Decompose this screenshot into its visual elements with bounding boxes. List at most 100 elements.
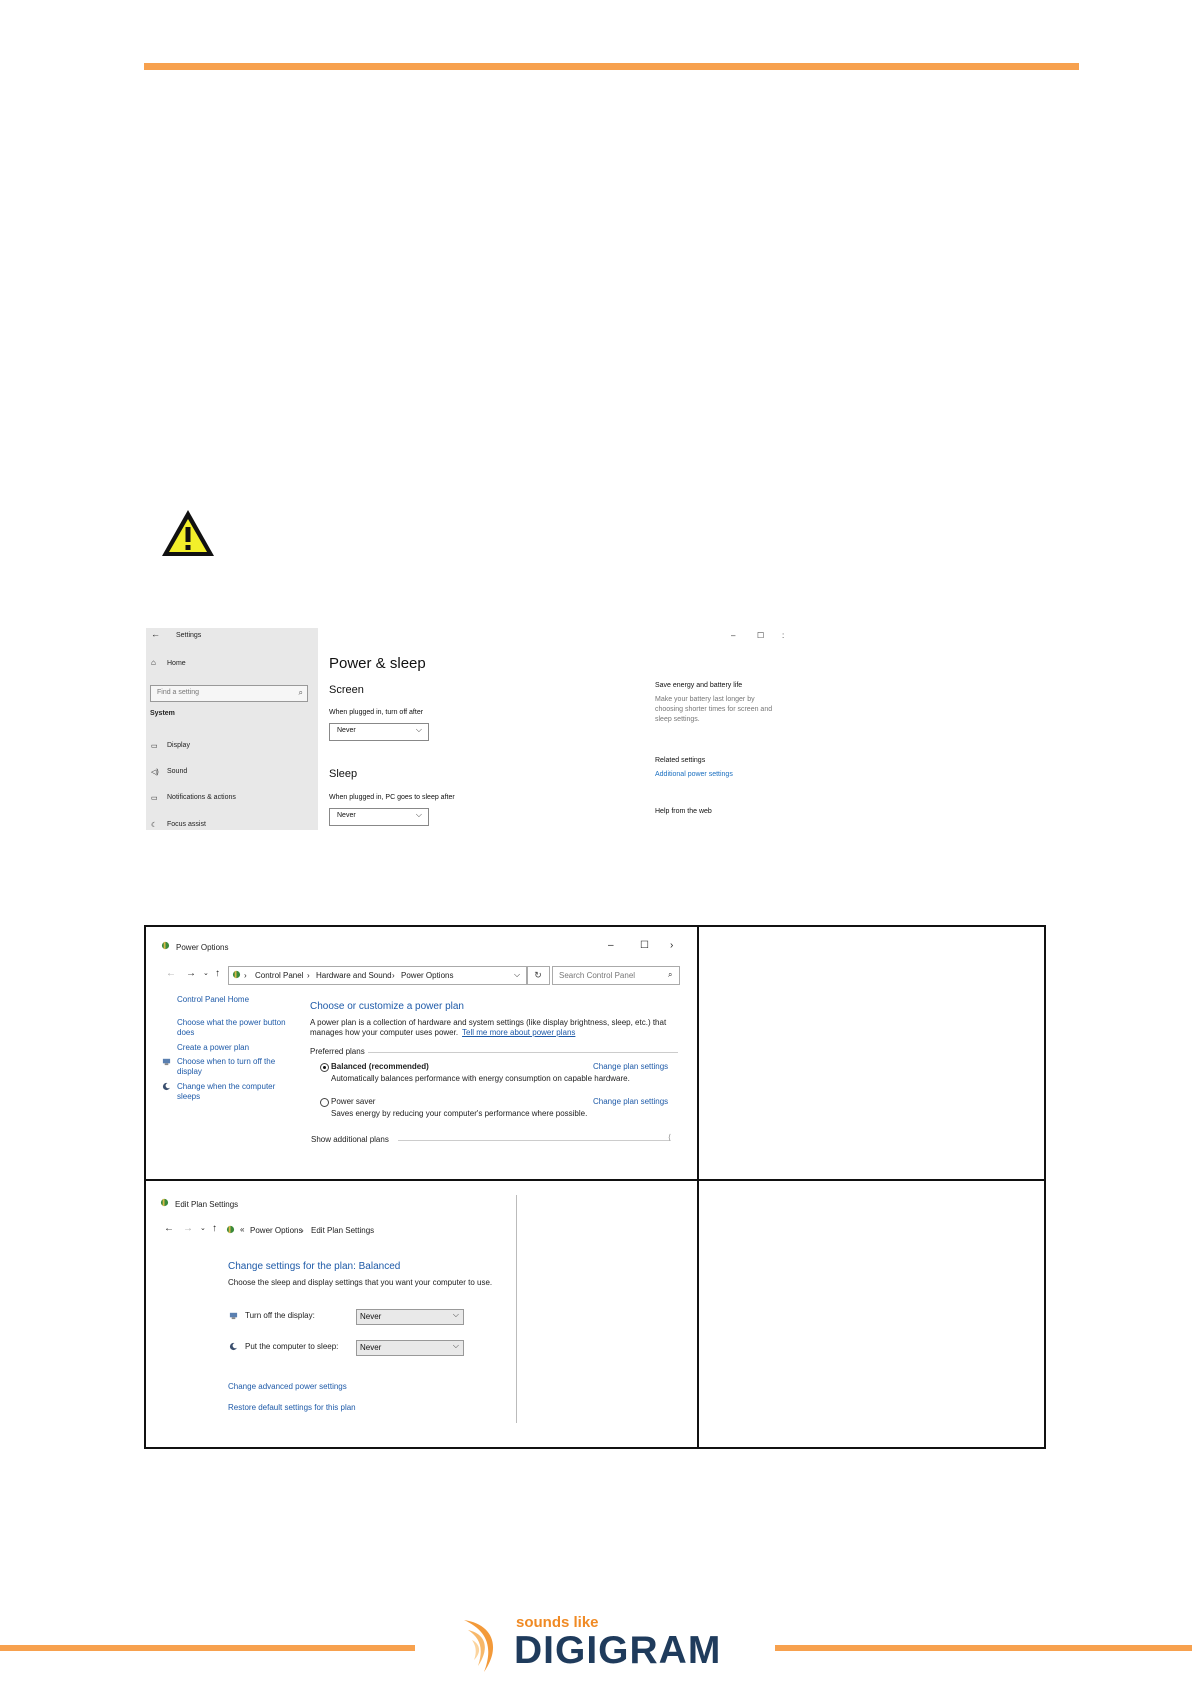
side-link-power-button[interactable]: Choose what the power button <box>177 1018 286 1027</box>
chevron-down-icon: ⌵ <box>415 725 422 734</box>
window-title: Power Options <box>176 943 229 952</box>
intro-text: manages how your computer uses power. <box>310 1028 459 1037</box>
breadcrumb-item[interactable]: Edit Plan Settings <box>311 1226 374 1235</box>
screen-timeout-dropdown[interactable]: Never ⌵ <box>329 723 429 741</box>
find-setting-input[interactable]: Find a setting ⌕ <box>150 685 308 702</box>
minimize-icon[interactable]: – <box>731 631 735 640</box>
side-link-sleep[interactable]: Change when the computer <box>177 1082 275 1091</box>
window-border <box>516 1195 517 1423</box>
up-arrow-icon[interactable]: ↑ <box>212 1223 217 1234</box>
home-icon: ⌂ <box>151 658 156 667</box>
sidebar-section-system: System <box>150 710 175 717</box>
help-title: Help from the web <box>655 808 712 815</box>
breadcrumb-item[interactable]: Control Panel <box>255 971 303 980</box>
additional-power-settings-link[interactable]: Additional power settings <box>655 771 733 778</box>
search-icon: ⌕ <box>298 688 303 697</box>
back-arrow-icon[interactable]: ← <box>151 629 160 639</box>
display-icon <box>162 1058 171 1066</box>
digigram-logo-mark <box>464 1620 494 1672</box>
restore-defaults-link[interactable]: Restore default settings for this plan <box>228 1403 356 1412</box>
up-arrow-icon[interactable]: ↑ <box>215 968 220 979</box>
footer-accent-bar <box>0 1645 415 1651</box>
page-title: Choose or customize a power plan <box>310 1001 464 1012</box>
display-off-dropdown[interactable]: Never ⌵ <box>356 1309 464 1325</box>
address-bar[interactable]: › Control Panel › Hardware and Sound › P… <box>228 966 528 985</box>
footer-accent-bar <box>775 1645 1192 1651</box>
control-panel-icon <box>226 1225 235 1234</box>
side-link-control-panel-home[interactable]: Control Panel Home <box>177 995 249 1004</box>
side-link-display-off[interactable]: display <box>177 1067 202 1076</box>
breadcrumb-item[interactable]: Power Options <box>401 971 453 980</box>
table-divider <box>144 1179 1046 1181</box>
chevron-down-icon: ⌵ <box>415 810 422 819</box>
search-input[interactable]: Search Control Panel ⌕ <box>552 966 680 985</box>
sleep-label: When plugged in, PC goes to sleep after <box>329 794 455 801</box>
moon-icon <box>162 1082 171 1091</box>
page-title: Power & sleep <box>329 655 426 672</box>
display-icon: ▭ <box>151 743 158 750</box>
maximize-icon[interactable]: ☐ <box>757 631 764 640</box>
warning-icon <box>162 510 214 556</box>
plan-name: Power saver <box>331 1097 376 1106</box>
back-arrow-icon[interactable]: ← <box>164 1223 174 1234</box>
side-link-sleep[interactable]: sleeps <box>177 1092 200 1101</box>
chevron-down-icon[interactable]: ⌵ <box>514 970 520 980</box>
focus-assist-icon: ☾ <box>151 822 158 829</box>
breadcrumb-item[interactable]: Hardware and Sound <box>316 971 392 980</box>
power-options-icon <box>161 941 170 950</box>
expand-icon[interactable]: ⟨ <box>668 1133 671 1142</box>
sidebar-item-focus-assist[interactable]: Focus assist <box>167 821 206 828</box>
sleep-label: Put the computer to sleep: <box>245 1342 339 1351</box>
power-options-window: Power Options – ☐ › ← → ⌄ ↑ › Control Pa… <box>156 938 684 1158</box>
search-icon: ⌕ <box>668 970 673 979</box>
screen-label: When plugged in, turn off after <box>329 709 424 716</box>
notifications-icon: ▭ <box>151 795 158 802</box>
history-dropdown-icon[interactable]: ⌄ <box>203 969 209 977</box>
screen-heading: Screen <box>329 684 364 696</box>
sidebar-item-display[interactable]: Display <box>167 742 190 749</box>
sleep-dropdown[interactable]: Never ⌵ <box>356 1340 464 1356</box>
moon-icon <box>229 1342 238 1351</box>
sidebar-item-sound[interactable]: Sound <box>167 768 187 775</box>
power-options-icon <box>160 1198 169 1207</box>
settings-sidebar: ← Settings ⌂ Home Find a setting ⌕ Syste… <box>146 628 318 830</box>
plan-radio-balanced[interactable] <box>320 1063 329 1072</box>
change-plan-settings-link[interactable]: Change plan settings <box>593 1097 668 1106</box>
maximize-icon[interactable]: ☐ <box>640 940 649 951</box>
side-link-create-plan[interactable]: Create a power plan <box>177 1043 249 1052</box>
tip-title: Save energy and battery life <box>655 682 743 689</box>
forward-arrow-icon[interactable]: → <box>183 1223 193 1234</box>
history-dropdown-icon[interactable]: ⌄ <box>200 1224 206 1232</box>
settings-title: Settings <box>176 632 202 639</box>
tip-text-line: Make your battery last longer by <box>655 696 755 703</box>
plan-description: Saves energy by reducing your computer's… <box>331 1109 588 1118</box>
control-panel-icon <box>232 970 241 979</box>
sleep-timeout-dropdown[interactable]: Never ⌵ <box>329 808 429 826</box>
show-additional-plans[interactable]: Show additional plans <box>311 1135 389 1144</box>
plan-radio-power-saver[interactable] <box>320 1098 329 1107</box>
change-plan-settings-link[interactable]: Change plan settings <box>593 1062 668 1071</box>
preferred-plans-heading: Preferred plans <box>310 1047 365 1056</box>
divider <box>368 1052 678 1053</box>
digigram-logo: sounds like DIGIGRAM <box>458 1612 738 1676</box>
refresh-icon[interactable]: ↻ <box>526 966 550 985</box>
forward-arrow-icon[interactable]: → <box>186 968 196 979</box>
chevron-down-icon: ⌵ <box>452 1341 459 1350</box>
chevron-down-icon: ⌵ <box>452 1310 459 1319</box>
close-icon[interactable]: : <box>782 631 784 640</box>
close-icon[interactable]: › <box>670 940 673 951</box>
display-off-label: Turn off the display: <box>245 1311 315 1320</box>
edit-plan-settings-window: Edit Plan Settings ← → ⌄ ↑ « Power Optio… <box>156 1195 518 1425</box>
side-link-display-off[interactable]: Choose when to turn off the <box>177 1057 275 1066</box>
tip-text-line: choosing shorter times for screen and <box>655 706 773 713</box>
sidebar-item-notifications[interactable]: Notifications & actions <box>167 794 236 801</box>
plan-name: Balanced (recommended) <box>331 1062 429 1071</box>
minimize-icon[interactable]: – <box>608 940 614 951</box>
power-plans-help-link[interactable]: Tell me more about power plans <box>462 1028 575 1037</box>
advanced-power-settings-link[interactable]: Change advanced power settings <box>228 1382 347 1391</box>
header-accent-bar <box>144 63 1079 70</box>
back-arrow-icon[interactable]: ← <box>166 968 176 979</box>
sidebar-item-home[interactable]: Home <box>167 660 186 667</box>
breadcrumb-item[interactable]: Power Options <box>250 1226 302 1235</box>
side-link-power-button[interactable]: does <box>177 1028 194 1037</box>
